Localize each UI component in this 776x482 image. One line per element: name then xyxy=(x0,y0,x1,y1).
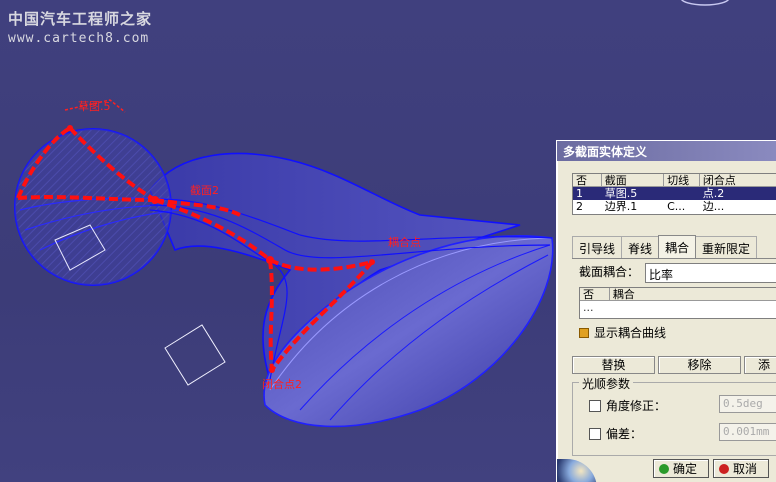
angle-correction-label: 角度修正： xyxy=(606,399,667,413)
section-row[interactable]: 2 边界.1 C... 边... xyxy=(573,200,776,213)
col-coupling[interactable]: 耦合 xyxy=(610,288,776,301)
watermark-url: www.cartech8.com xyxy=(8,31,150,46)
deviation-label: 偏差： xyxy=(606,427,643,441)
cell xyxy=(664,187,700,200)
tab-relimitation[interactable]: 重新限定 xyxy=(695,236,758,258)
col-closing-point[interactable]: 闭合点 xyxy=(700,174,776,186)
angle-correction-checkbox[interactable] xyxy=(589,399,601,412)
show-coupling-curves-toggle[interactable]: 显示耦合曲线 xyxy=(579,324,666,341)
view-compass xyxy=(681,0,729,6)
cell: C... xyxy=(667,200,686,213)
cancel-button[interactable]: 取消 xyxy=(713,459,769,478)
replace-button[interactable]: 替换 xyxy=(572,356,655,374)
cell: 草图.5 xyxy=(604,187,638,200)
cell: 点.2 xyxy=(702,187,725,200)
add-button[interactable]: 添 xyxy=(744,356,776,374)
deviation-option[interactable]: 偏差： xyxy=(589,425,642,442)
tab-guides[interactable]: 引导线 xyxy=(572,236,623,258)
smoothing-parameters-label: 光顺参数 xyxy=(579,375,634,392)
section-row[interactable]: 1 草图.5 点.2 xyxy=(573,187,776,200)
cancel-icon xyxy=(719,463,729,474)
col-no[interactable]: 否 xyxy=(580,288,610,301)
deviation-checkbox[interactable] xyxy=(589,427,601,440)
cell: 边... xyxy=(702,200,725,213)
cancel-label: 取消 xyxy=(733,462,758,476)
list-item[interactable]: ... xyxy=(580,301,776,314)
coupling-point-label[interactable]: 耦合点 xyxy=(388,234,421,250)
cell: 2 xyxy=(576,200,583,213)
multi-section-solid-dialog: 多截面实体定义 否 截面 切线 闭合点 1 草图.5 点.2 2 边界.1 C.… xyxy=(556,140,776,482)
section-coupling-label: 截面耦合： xyxy=(579,265,640,279)
col-no[interactable]: 否 xyxy=(573,174,602,186)
col-section[interactable]: 截面 xyxy=(602,174,665,186)
sections-list[interactable]: 否 截面 切线 闭合点 1 草图.5 点.2 2 边界.1 C... 边... xyxy=(572,173,776,215)
cell: 1 xyxy=(576,187,583,200)
section1-label[interactable]: 草图.5 xyxy=(78,98,111,114)
smoothing-parameters-group: 角度修正： 0.5deg 偏差： 0.001mm xyxy=(572,382,776,456)
col-tangent[interactable]: 切线 xyxy=(664,174,700,186)
show-coupling-curves-label: 显示耦合曲线 xyxy=(594,326,667,340)
angle-correction-option[interactable]: 角度修正： xyxy=(589,397,666,414)
ok-button[interactable]: 确定 xyxy=(653,459,709,478)
cell: 边界.1 xyxy=(604,200,638,213)
ok-label: 确定 xyxy=(673,462,698,476)
plane-indicator xyxy=(164,324,226,386)
deviation-input[interactable]: 0.001mm xyxy=(719,423,776,441)
tab-bar: 引导线 脊线 耦合 重新限定 xyxy=(572,235,758,258)
section-coupling-select[interactable]: 比率 xyxy=(645,263,776,283)
toggle-icon xyxy=(579,327,589,338)
tab-spine[interactable]: 脊线 xyxy=(621,236,660,258)
catia-logo-icon xyxy=(557,459,597,482)
dialog-title[interactable]: 多截面实体定义 xyxy=(557,141,776,161)
tab-coupling[interactable]: 耦合 xyxy=(658,235,697,258)
remove-button[interactable]: 移除 xyxy=(658,356,741,374)
watermark-title: 中国汽车工程师之家 xyxy=(8,10,153,28)
section2-label[interactable]: 截面2 xyxy=(190,182,219,198)
closing-point-label[interactable]: 闭合点2 xyxy=(262,376,302,392)
angle-correction-input[interactable]: 0.5deg xyxy=(719,395,776,413)
coupling-list[interactable]: 否 耦合 ... xyxy=(579,287,776,319)
ok-icon xyxy=(659,463,669,474)
